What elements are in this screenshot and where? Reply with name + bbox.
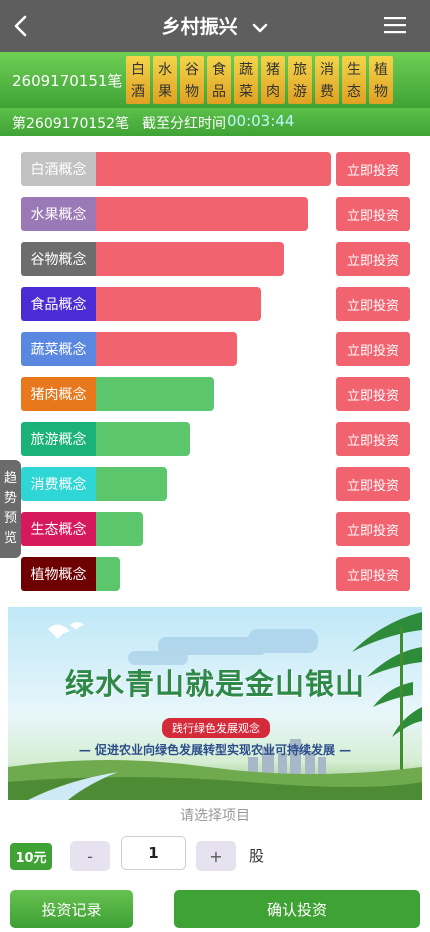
item-tile: 蔬菜 xyxy=(234,56,258,104)
banner-slogan: 绿水青山就是金山银山 xyxy=(64,667,365,701)
side-tab-char: 趋 xyxy=(3,471,17,486)
item-tile: 植物 xyxy=(369,56,393,104)
side-tab-char: 预 xyxy=(3,511,17,526)
invest-now-button[interactable]: 立即投资 xyxy=(336,287,410,321)
countdown-bar: 第2609170152笔 截至分红时间 00:03:44 xyxy=(0,108,430,136)
concept-label: 植物概念 xyxy=(21,557,96,591)
item-tile: 谷物 xyxy=(180,56,204,104)
banner-tag: 践行绿色发展观念 xyxy=(162,718,270,738)
concept-row: 生态概念 立即投资 xyxy=(21,512,411,546)
period-item-tiles: 白酒 水果 谷物 食品 蔬菜 猪肉 旅游 消费 生态 植物 xyxy=(126,56,393,104)
concept-level-bar xyxy=(96,287,261,321)
side-tab-char: 览 xyxy=(3,531,17,546)
concept-label: 谷物概念 xyxy=(21,242,96,276)
concept-label: 猪肉概念 xyxy=(21,377,96,411)
concept-level-bar xyxy=(96,332,237,366)
invest-now-button[interactable]: 立即投资 xyxy=(336,152,410,186)
deadline-label: 截至分红时间 xyxy=(142,116,226,132)
concept-level-bar xyxy=(96,377,214,411)
investment-records-button[interactable]: 投资记录 xyxy=(10,890,133,928)
concept-row: 旅游概念 立即投资 xyxy=(21,422,411,456)
invest-now-button[interactable]: 立即投资 xyxy=(336,197,410,231)
promo-banner: 绿水青山就是金山银山 践行绿色发展观念 — 促进农业向绿色发展转型实现农业可持续… xyxy=(8,607,422,800)
banner-scenery-image xyxy=(8,612,422,800)
concept-level-bar xyxy=(96,242,284,276)
confirm-investment-button[interactable]: 确认投资 xyxy=(174,890,420,928)
invest-now-button[interactable]: 立即投资 xyxy=(336,512,410,546)
concept-label: 食品概念 xyxy=(21,287,96,321)
concept-level-bar xyxy=(96,152,331,186)
concept-row: 消费概念 立即投资 xyxy=(21,467,411,501)
concept-level-bar xyxy=(96,512,143,546)
concept-row: 食品概念 立即投资 xyxy=(21,287,411,321)
chevron-down-icon xyxy=(253,23,268,32)
invest-now-button[interactable]: 立即投资 xyxy=(336,332,410,366)
app-header: 乡村振兴 xyxy=(0,0,430,52)
current-period-number: 2609170151笔 xyxy=(12,72,123,90)
select-project-hint: 请选择项目 xyxy=(180,808,250,824)
concept-level-bar xyxy=(96,557,120,591)
quantity-input[interactable] xyxy=(121,836,186,870)
invest-now-button[interactable]: 立即投资 xyxy=(336,242,410,276)
item-tile: 水果 xyxy=(153,56,177,104)
invest-now-button[interactable]: 立即投资 xyxy=(336,377,410,411)
page-title-dropdown[interactable]: 乡村振兴 xyxy=(0,12,430,39)
period-result-bar: 2609170151笔 白酒 水果 谷物 食品 蔬菜 猪肉 旅游 消费 生态 植… xyxy=(0,52,430,108)
invest-now-button[interactable]: 立即投资 xyxy=(336,467,410,501)
countdown-timer: 00:03:44 xyxy=(227,112,295,130)
item-tile: 消费 xyxy=(315,56,339,104)
invest-now-button[interactable]: 立即投资 xyxy=(336,557,410,591)
banner-subtitle: — 促进农业向绿色发展转型实现农业可持续发展 — xyxy=(78,743,352,757)
concept-row: 水果概念 立即投资 xyxy=(21,197,411,231)
trend-preview-tab[interactable]: 趋 势 预 览 xyxy=(0,460,21,558)
concept-row: 谷物概念 立即投资 xyxy=(21,242,411,276)
concept-label: 蔬菜概念 xyxy=(21,332,96,366)
concept-label: 旅游概念 xyxy=(21,422,96,456)
concept-row: 白酒概念 立即投资 xyxy=(21,152,411,186)
invest-now-button[interactable]: 立即投资 xyxy=(336,422,410,456)
page-title: 乡村振兴 xyxy=(161,16,238,38)
item-tile: 旅游 xyxy=(288,56,312,104)
concept-row: 猪肉概念 立即投资 xyxy=(21,377,411,411)
side-tab-char: 势 xyxy=(3,491,17,506)
item-tile: 猪肉 xyxy=(261,56,285,104)
decrease-quantity-button[interactable]: - xyxy=(70,841,110,871)
share-unit-label: 股 xyxy=(249,847,265,865)
item-tile: 生态 xyxy=(342,56,366,104)
increase-quantity-button[interactable]: + xyxy=(196,841,236,871)
concept-label: 消费概念 xyxy=(21,467,96,501)
concept-level-bar xyxy=(96,197,308,231)
item-tile: 食品 xyxy=(207,56,231,104)
menu-icon[interactable] xyxy=(384,16,406,34)
item-tile: 白酒 xyxy=(126,56,150,104)
concept-label: 白酒概念 xyxy=(21,152,96,186)
concept-level-bar xyxy=(96,422,190,456)
concept-row: 植物概念 立即投资 xyxy=(21,557,411,591)
concept-label: 生态概念 xyxy=(21,512,96,546)
unit-price-badge: 10元 xyxy=(10,843,52,870)
next-period-number: 第2609170152笔 xyxy=(12,116,130,132)
concept-level-bar xyxy=(96,467,167,501)
concept-row: 蔬菜概念 立即投资 xyxy=(21,332,411,366)
concept-label: 水果概念 xyxy=(21,197,96,231)
